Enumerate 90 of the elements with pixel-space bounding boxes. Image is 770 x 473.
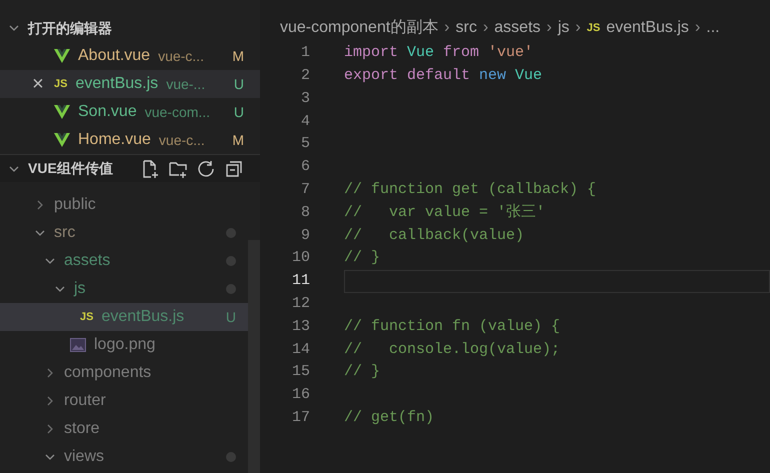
line-number: 13 [290,316,310,337]
line-number: 5 [300,134,310,154]
refresh-icon[interactable] [196,158,216,178]
line-number: 10 [290,248,310,268]
tree-item[interactable]: JS eventBus.js U [0,303,248,331]
breadcrumb-item[interactable]: src [456,16,477,40]
tree-item-label: views [64,447,106,467]
section-title: VUE组件传值 [28,159,114,178]
tree-item[interactable]: components [0,359,248,387]
code-line: // } [344,248,380,268]
line-number: 11 [290,271,310,292]
tree-item[interactable]: logo.png [0,331,248,359]
line-number: 17 [290,408,310,428]
file-path: vue-c... [158,46,205,66]
tree-item-label: eventBus.js [101,307,186,327]
open-editor-item[interactable]: Home.vue vue-c... M [0,126,260,154]
collapse-all-icon[interactable] [224,158,244,178]
close-button[interactable]: × [32,74,44,94]
line-number: 1 [300,43,310,64]
line-number: 16 [290,385,310,406]
file-name: Son.vue [78,102,137,122]
breadcrumb-item[interactable]: assets [494,16,541,40]
vue-logo-icon [54,133,70,147]
tree-item-label: assets [64,251,112,271]
breadcrumb-item[interactable]: vue-component的副本 [280,16,438,40]
status-letter: U [234,102,244,122]
tree-item-label: router [64,391,107,411]
code-line: // } [344,362,380,382]
tree-item[interactable]: public [0,191,248,219]
line-number: 14 [290,340,310,360]
tree-item[interactable]: js [0,275,248,303]
section-title: 打开的编辑器 [28,18,112,38]
js-file-icon: JS [80,308,94,326]
line-number: 2 [300,66,310,86]
tree-item-label: logo.png [94,335,156,355]
tree-item[interactable]: store [0,415,248,443]
status-letter: U [234,74,244,94]
file-name: eventBus.js [75,74,158,94]
status-letter: U [226,308,236,326]
open-editor-item[interactable]: About.vue vue-c... M [0,42,260,70]
line-number: 4 [300,112,310,132]
file-path: vue-com... [144,102,212,122]
breadcrumb-separator: › [575,18,581,38]
tree-item-label: public [54,195,97,215]
line-number: 12 [290,294,310,314]
breadcrumb-separator: › [694,18,700,38]
breadcrumb-separator: › [444,18,450,38]
open-editor-item[interactable]: × JS eventBus.js vue-... U [0,70,260,98]
tree-item-label: src [54,223,76,243]
file-name: About.vue [78,46,150,66]
breadcrumb-item[interactable]: ... [706,16,720,40]
code-line: // var value = '张三' [344,202,546,223]
file-path: vue-... [166,74,206,94]
section-header[interactable]: VUE组件传值 [0,154,260,182]
line-number: 8 [300,202,310,223]
tree-item[interactable]: router [0,387,248,415]
tree-item-label: store [64,419,101,439]
code-line: // function fn (value) { [344,316,560,337]
code-line: // callback(value) [344,226,524,246]
breadcrumb-item[interactable]: js [558,16,570,40]
open-editor-item[interactable]: Son.vue vue-com... U [0,98,260,126]
breadcrumb-separator: › [546,18,552,38]
line-number: 6 [300,157,310,178]
line-number: 15 [290,362,310,382]
tree-item[interactable]: src [0,219,248,247]
section-header[interactable]: 打开的编辑器 [0,14,260,42]
scrollbar[interactable] [248,240,260,473]
tree-item[interactable]: views [0,443,248,471]
tree-item-label: components [64,363,152,383]
js-file-icon: JS [586,20,600,36]
breadcrumb-item[interactable]: eventBus.js [606,16,689,40]
vue-logo-icon [54,49,70,63]
vue-logo-icon [54,105,70,119]
code-line: import Vue from 'vue' [344,43,534,64]
code-line: // console.log(value); [344,340,560,360]
js-file-icon: JS [54,76,68,92]
file-name: Home.vue [78,130,151,150]
status-letter: M [232,130,244,150]
tree-item[interactable]: assets [0,247,248,275]
line-number: 9 [300,226,310,246]
image-file-icon [70,338,86,352]
line-number: 3 [300,88,310,109]
code-line: // get(fn) [344,408,434,428]
tree-item-label: js [74,279,87,299]
line-number: 7 [300,180,310,200]
file-path: vue-c... [158,130,206,150]
breadcrumb-separator: › [482,18,488,38]
status-letter: M [232,46,244,66]
code-line: // function get (callback) { [344,180,596,200]
code-line: export default new Vue [344,66,542,86]
